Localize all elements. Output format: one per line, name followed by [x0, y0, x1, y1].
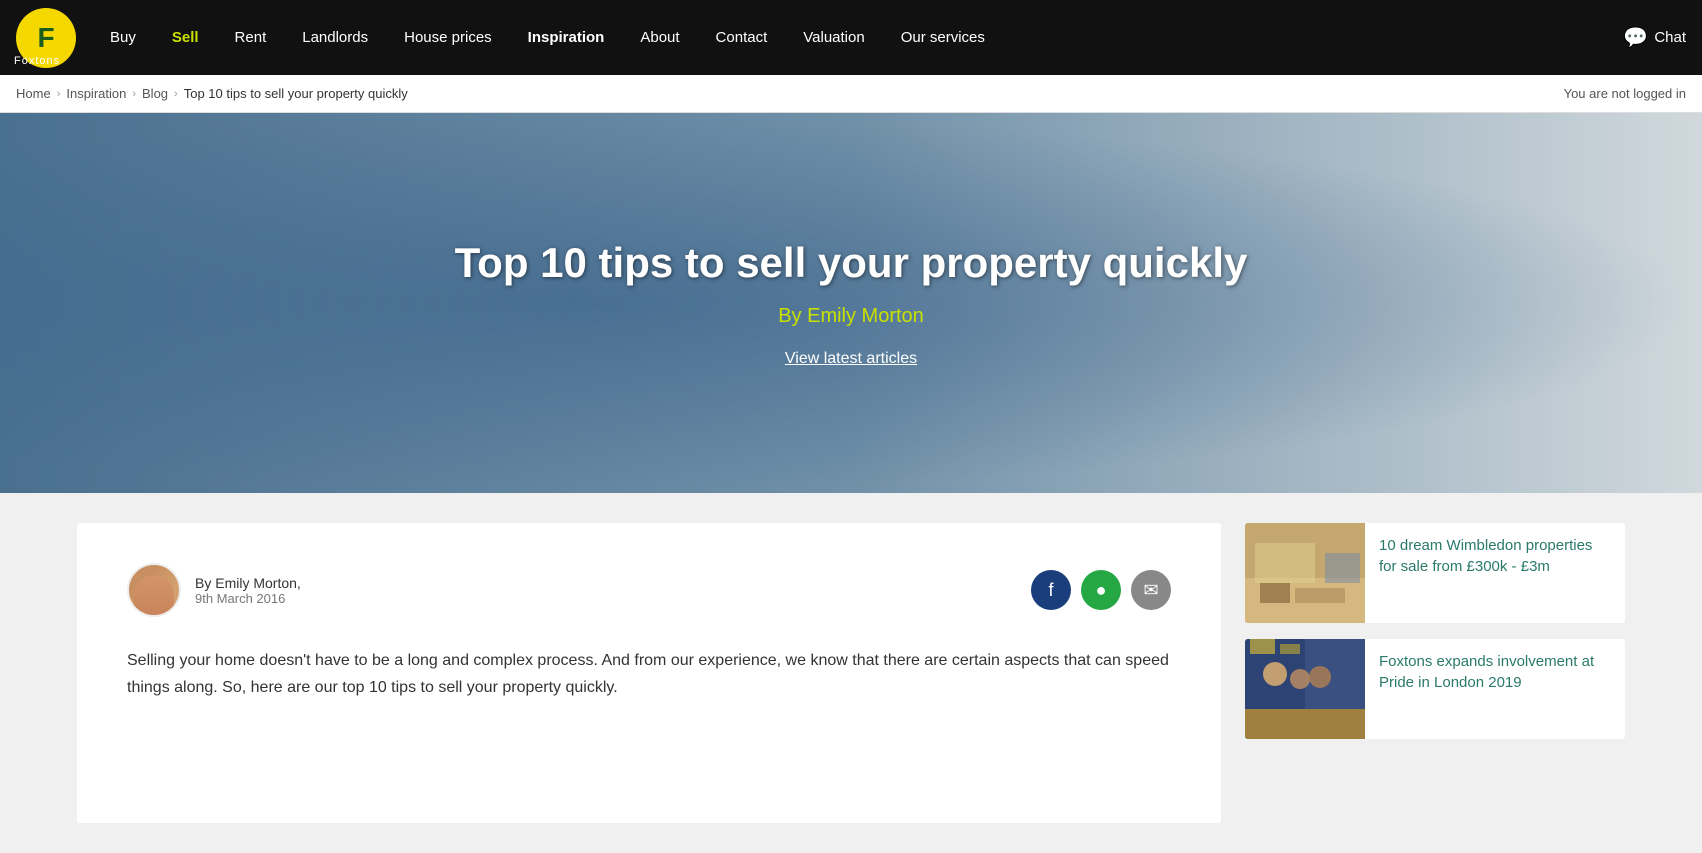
nav-link-houseprices[interactable]: House prices [386, 0, 510, 75]
article-card: By Emily Morton, 9th March 2016 f ● ✉ Se… [77, 523, 1221, 823]
article-date: 9th March 2016 [195, 591, 301, 606]
nav-links: Buy Sell Rent Landlords House prices Ins… [92, 0, 1623, 75]
breadcrumb-blog[interactable]: Blog [142, 86, 168, 101]
share-icons: f ● ✉ [1031, 570, 1171, 610]
article-body: Selling your home doesn't have to be a l… [127, 647, 1171, 701]
nav-link-landlords[interactable]: Landlords [284, 0, 386, 75]
hero-section: Top 10 tips to sell your property quickl… [0, 113, 1702, 493]
share-email-button[interactable]: ✉ [1131, 570, 1171, 610]
chat-label: Chat [1654, 29, 1686, 46]
logo-letter: F [37, 22, 54, 54]
breadcrumb-current: Top 10 tips to sell your property quickl… [184, 86, 408, 101]
foxtons-wordmark: Foxtons [14, 55, 60, 67]
nav-item-houseprices[interactable]: House prices [386, 0, 510, 75]
share-facebook-button[interactable]: f [1031, 570, 1071, 610]
nav-item-valuation[interactable]: Valuation [785, 0, 882, 75]
breadcrumb-sep-2: › [132, 88, 136, 100]
sidebar-card-text-pride: Foxtons expands involvement at Pride in … [1365, 639, 1625, 739]
chat-icon: 💬 [1623, 25, 1648, 50]
breadcrumb: Home › Inspiration › Blog › Top 10 tips … [0, 75, 1702, 113]
breadcrumb-sep-3: › [174, 88, 178, 100]
not-logged-label: You are not logged in [1564, 86, 1686, 101]
sidebar-card-title-wimbledon: 10 dream Wimbledon properties for sale f… [1379, 535, 1611, 577]
sidebar-card-pride[interactable]: Foxtons expands involvement at Pride in … [1245, 639, 1625, 739]
nav-link-inspiration[interactable]: Inspiration [510, 0, 623, 75]
avatar-silhouette [134, 575, 174, 615]
nav-item-sell[interactable]: Sell [154, 0, 217, 75]
nav-link-sell[interactable]: Sell [154, 0, 217, 75]
main-layout: By Emily Morton, 9th March 2016 f ● ✉ Se… [61, 523, 1641, 823]
nav-link-contact[interactable]: Contact [698, 0, 786, 75]
sidebar-card-wimbledon[interactable]: 10 dream Wimbledon properties for sale f… [1245, 523, 1625, 623]
article-meta: By Emily Morton, 9th March 2016 f ● ✉ [127, 563, 1171, 617]
email-icon: ✉ [1143, 580, 1158, 601]
breadcrumb-sep-1: › [57, 88, 61, 100]
chat-button[interactable]: 💬 Chat [1623, 25, 1686, 50]
hero-title: Top 10 tips to sell your property quickl… [455, 239, 1248, 287]
hero-author: By Emily Morton [455, 305, 1248, 328]
navbar: F Buy Sell Rent Landlords House prices I… [0, 0, 1702, 75]
meta-left: By Emily Morton, 9th March 2016 [127, 563, 301, 617]
nav-link-ourservices[interactable]: Our services [883, 0, 1003, 75]
nav-item-ourservices[interactable]: Our services [883, 0, 1003, 75]
breadcrumb-inspiration[interactable]: Inspiration [66, 86, 126, 101]
hero-content: Top 10 tips to sell your property quickl… [435, 239, 1268, 368]
nav-link-rent[interactable]: Rent [217, 0, 285, 75]
sidebar-image-pride [1245, 639, 1365, 739]
nav-item-contact[interactable]: Contact [698, 0, 786, 75]
sidebar-card-text-wimbledon: 10 dream Wimbledon properties for sale f… [1365, 523, 1625, 623]
facebook-icon: f [1048, 580, 1053, 601]
meta-text: By Emily Morton, 9th March 2016 [195, 575, 301, 606]
nav-item-inspiration[interactable]: Inspiration [510, 0, 623, 75]
author-name: By Emily Morton, [195, 575, 301, 591]
nav-link-about[interactable]: About [622, 0, 697, 75]
nav-item-landlords[interactable]: Landlords [284, 0, 386, 75]
nav-item-rent[interactable]: Rent [217, 0, 285, 75]
sidebar-card-title-pride: Foxtons expands involvement at Pride in … [1379, 651, 1611, 693]
avatar [127, 563, 181, 617]
sidebar-image-wimbledon [1245, 523, 1365, 623]
sidebar: 10 dream Wimbledon properties for sale f… [1245, 523, 1625, 739]
share-whatsapp-button[interactable]: ● [1081, 570, 1121, 610]
view-latest-articles-link[interactable]: View latest articles [785, 350, 917, 367]
breadcrumb-home[interactable]: Home [16, 86, 51, 101]
nav-link-valuation[interactable]: Valuation [785, 0, 882, 75]
nav-item-about[interactable]: About [622, 0, 697, 75]
nav-link-buy[interactable]: Buy [92, 0, 154, 75]
nav-item-buy[interactable]: Buy [92, 0, 154, 75]
whatsapp-icon: ● [1096, 580, 1107, 601]
